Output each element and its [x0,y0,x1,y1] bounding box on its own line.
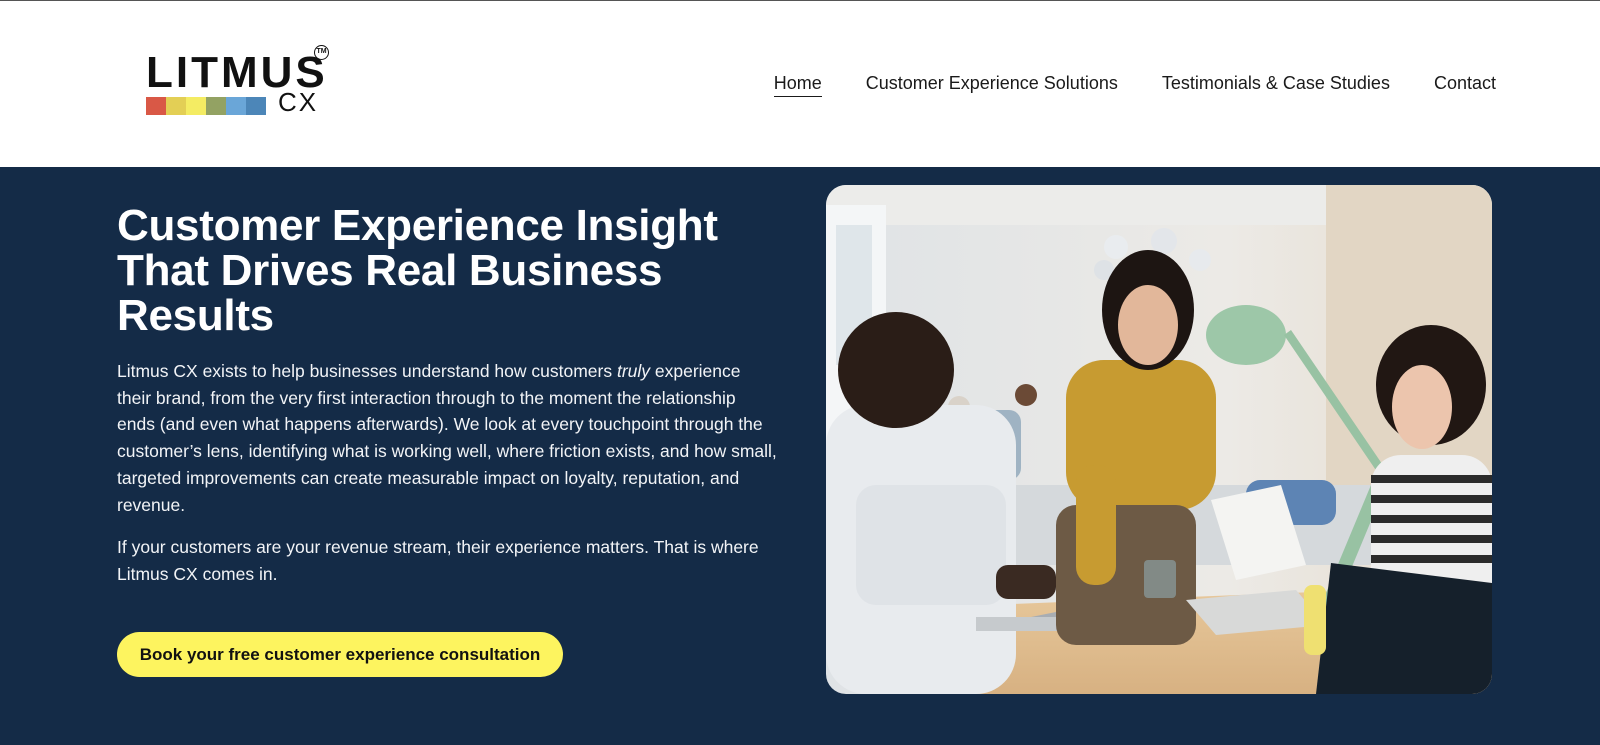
intro-emphasis: truly [616,361,651,381]
book-consultation-button[interactable]: Book your free customer experience consu… [117,632,563,677]
logo-swatch [186,97,206,115]
logo-swatch [166,97,186,115]
hero-text-block: Customer Experience Insight That Drives … [117,203,777,588]
hero-title: Customer Experience Insight That Drives … [117,201,718,340]
intro-text-start: Litmus CX exists to help businesses unde… [117,361,617,381]
main-navigation: Home Customer Experience Solutions Testi… [773,72,1496,97]
nav-home[interactable]: Home [773,72,822,97]
team-meeting-photo [826,185,1492,694]
logo-color-bar [146,97,266,115]
site-header: LITMUS TM CX Home Customer Experience So… [0,1,1600,167]
nav-customer-experience-solutions[interactable]: Customer Experience Solutions [866,72,1118,97]
logo-swatch [246,97,266,115]
litmus-cx-logo[interactable]: LITMUS TM CX [146,43,336,121]
nav-testimonials-case-studies[interactable]: Testimonials & Case Studies [1162,72,1390,97]
hero-section: Customer Experience Insight That Drives … [0,167,1600,745]
hero-intro-paragraph: Litmus CX exists to help businesses unde… [117,358,777,518]
logo-swatch [146,97,166,115]
trademark-icon: TM [314,45,329,60]
hero-second-paragraph: If your customers are your revenue strea… [117,537,759,584]
logo-swatch [226,97,246,115]
logo-swatch [206,97,226,115]
logo-subtitle: CX [278,87,319,117]
intro-text-end: experience their brand, from the very fi… [117,361,777,515]
nav-contact[interactable]: Contact [1434,72,1496,97]
photo-illustration [826,185,1492,694]
